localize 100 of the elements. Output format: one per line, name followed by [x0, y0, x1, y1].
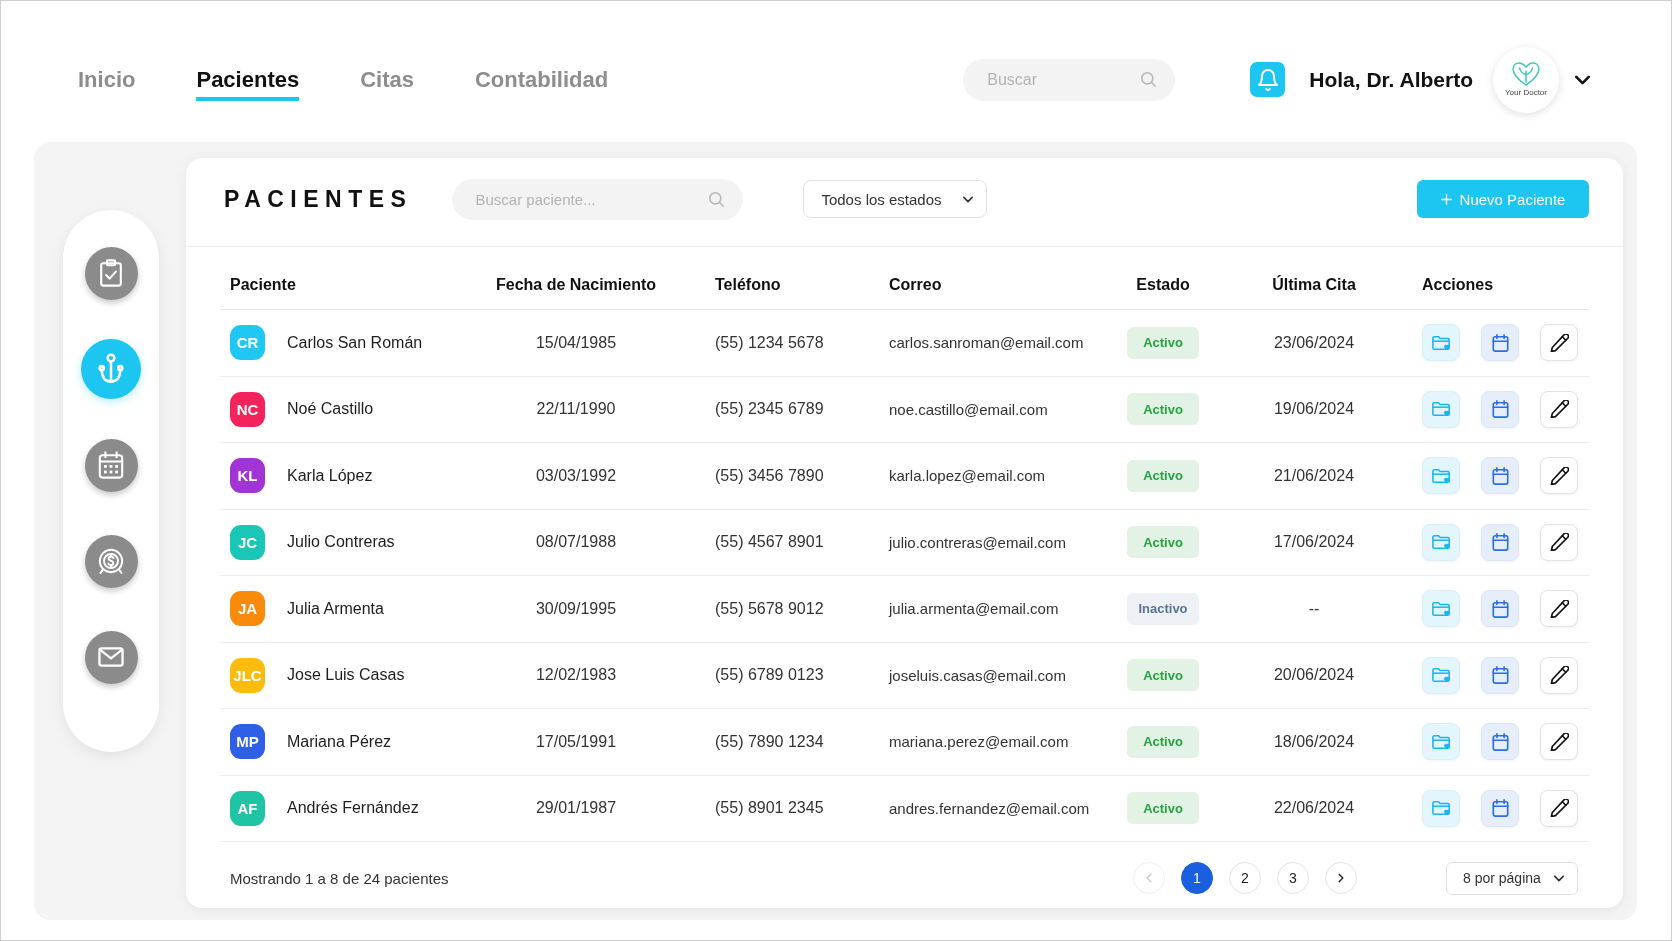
search-icon: [1141, 72, 1157, 87]
table-cell: julio.contreras@email.com: [889, 533, 1066, 551]
folder-icon: [1431, 799, 1451, 818]
search-icon: [709, 191, 725, 207]
table-cell: 19/06/2024: [1273, 400, 1355, 419]
folder-icon: [1431, 666, 1451, 685]
status-badge: Inactivo: [1127, 592, 1199, 625]
table-cell: andres.fernandez@email.com: [889, 799, 1090, 817]
patient-name: Karla López: [287, 466, 373, 485]
chevron-down-icon: [1575, 74, 1590, 85]
logo-text: Your Doctor: [1505, 88, 1547, 97]
column-header: Última Cita: [1272, 275, 1356, 294]
edit-button[interactable]: [1540, 656, 1578, 694]
table-cell: 23/06/2024: [1273, 333, 1355, 352]
patient-name: Andrés Fernández: [287, 799, 419, 818]
sidebar-item[interactable]: [84, 246, 138, 300]
nav-tab[interactable]: Pacientes: [196, 58, 300, 101]
calendar-icon: [98, 451, 124, 479]
clipboard-check-icon: [98, 259, 124, 287]
anchor-icon: [96, 353, 126, 385]
table-cell: julia.armenta@email.com: [889, 600, 1059, 618]
table-cell: 17/06/2024: [1273, 533, 1355, 552]
status-badge: Activo: [1127, 725, 1199, 758]
chevron-left-icon: [1146, 873, 1152, 883]
calendar-button[interactable]: [1481, 390, 1519, 428]
page-button[interactable]: 2: [1229, 862, 1261, 894]
table-cell: mariana.perez@email.com: [889, 733, 1069, 751]
table-cell: karla.lopez@email.com: [889, 467, 1046, 485]
edit-button[interactable]: [1540, 723, 1578, 761]
sidebar-item[interactable]: [84, 438, 138, 492]
folder-icon: [1431, 599, 1451, 618]
status-badge: Activo: [1127, 326, 1199, 359]
calendar-button[interactable]: [1481, 590, 1519, 628]
calendar-button[interactable]: [1481, 523, 1519, 561]
edit-button[interactable]: [1540, 390, 1578, 428]
edit-button[interactable]: [1540, 523, 1578, 561]
folder-icon: [1431, 732, 1451, 751]
greeting-text: Hola, Dr. Alberto: [1309, 67, 1473, 92]
results-summary: Mostrando 1 a 8 de 24 pacientes: [230, 869, 449, 887]
avatar: MP: [230, 724, 265, 760]
table-cell: (55) 4567 8901: [715, 533, 824, 552]
table-cell: 03/03/1992: [535, 466, 617, 485]
status-filter-select[interactable]: Todos los estados: [803, 180, 988, 218]
chevron-down-icon: [1554, 874, 1564, 882]
heart-logo-icon: [1512, 62, 1540, 86]
patient-search-field[interactable]: Buscar paciente...: [452, 178, 744, 220]
pencil-icon: [1549, 333, 1569, 352]
pencil-icon: [1549, 732, 1569, 751]
table-cell: (55) 1234 5678: [715, 333, 824, 352]
table-cell: noe.castillo@email.com: [889, 400, 1048, 418]
table-cell: joseluis.casas@email.com: [889, 666, 1066, 684]
status-badge: Activo: [1127, 526, 1199, 559]
table-cell: 21/06/2024: [1273, 466, 1355, 485]
calendar-button[interactable]: [1481, 324, 1519, 362]
patient-name: Julia Armenta: [287, 599, 384, 618]
edit-button[interactable]: [1540, 324, 1578, 362]
table-cell: 18/06/2024: [1273, 732, 1355, 751]
calendar-button[interactable]: [1481, 789, 1519, 827]
avatar: NC: [230, 391, 265, 427]
page-button[interactable]: 1: [1181, 862, 1213, 894]
calendar-button[interactable]: [1481, 656, 1519, 694]
folder-icon: [1431, 466, 1451, 485]
calendar-button[interactable]: [1481, 457, 1519, 495]
status-badge: Activo: [1127, 393, 1199, 426]
table-cell: --: [1308, 599, 1320, 618]
table-cell: (55) 8901 2345: [715, 799, 824, 818]
table-cell: 22/06/2024: [1273, 799, 1355, 818]
calendar-button[interactable]: [1481, 723, 1519, 761]
edit-button[interactable]: [1540, 590, 1578, 628]
edit-button[interactable]: [1540, 457, 1578, 495]
search-field[interactable]: Buscar: [963, 58, 1176, 101]
avatar: JC: [230, 524, 265, 560]
patient-name: Noé Castillo: [287, 400, 374, 419]
calendar-icon: [1490, 466, 1510, 485]
status-badge: Activo: [1127, 792, 1199, 825]
sidebar-item[interactable]: [84, 630, 138, 684]
calendar-icon: [1490, 533, 1510, 552]
page-button[interactable]: 3: [1277, 862, 1309, 894]
sidebar-item[interactable]: [84, 534, 138, 588]
page-size-select[interactable]: 8 por página: [1446, 861, 1578, 895]
column-header: Acciones: [1422, 275, 1494, 294]
table-cell: 12/02/1983: [535, 666, 617, 685]
edit-button[interactable]: [1540, 789, 1578, 827]
pencil-icon: [1549, 533, 1569, 552]
table-cell: 22/11/1990: [536, 400, 616, 419]
patient-name: Mariana Pérez: [287, 732, 392, 751]
plus-icon: [1440, 193, 1452, 205]
column-header: Estado: [1136, 275, 1190, 294]
pencil-icon: [1549, 799, 1569, 818]
patient-name: Carlos San Román: [287, 333, 423, 352]
table-cell: (55) 2345 6789: [715, 400, 824, 419]
table-cell: carlos.sanroman@email.com: [889, 334, 1084, 352]
folder-icon: [1431, 400, 1451, 419]
calendar-icon: [1490, 799, 1510, 818]
calendar-icon: [1490, 333, 1510, 352]
page-title: PACIENTES: [224, 185, 413, 213]
calendar-icon: [1490, 666, 1510, 685]
table-cell: (55) 6789 0123: [715, 666, 824, 685]
table-cell: 17/05/1991: [535, 732, 617, 751]
account-menu-button[interactable]: [1575, 74, 1590, 85]
